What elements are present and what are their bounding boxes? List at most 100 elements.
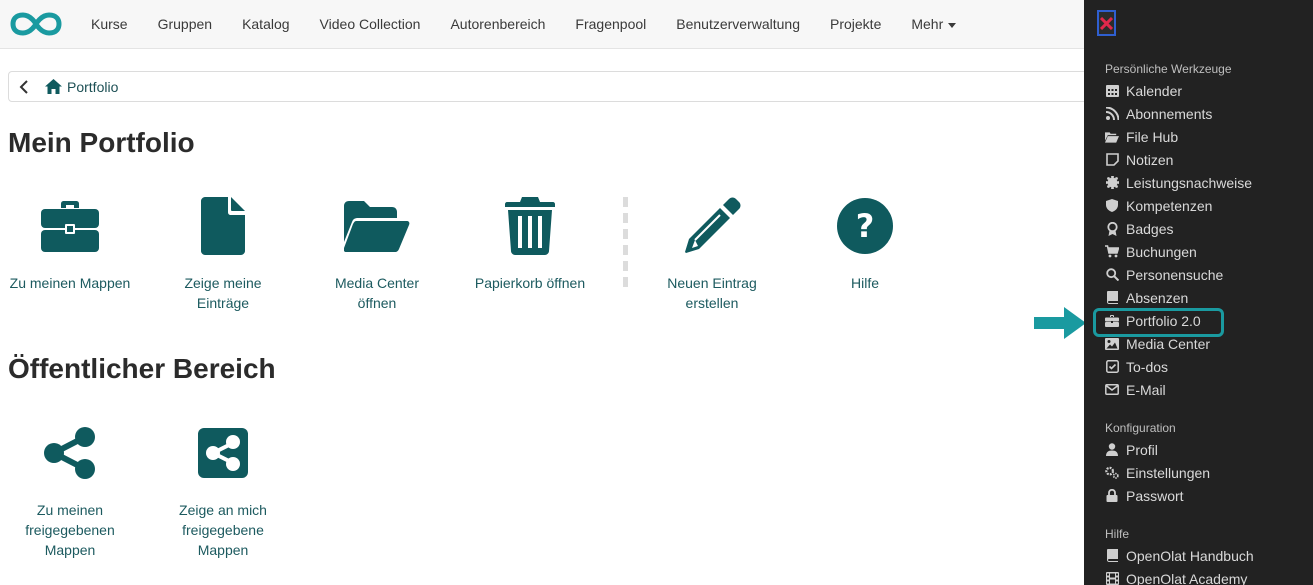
- arrow-right-icon: [1034, 307, 1086, 344]
- trash-icon: [505, 197, 555, 255]
- shield-icon: [1105, 199, 1119, 213]
- calendar-icon: [1105, 84, 1119, 98]
- panel-item-kompetenzen[interactable]: Kompetenzen: [1105, 194, 1212, 217]
- breadcrumb-portfolio[interactable]: Portfolio: [45, 79, 118, 95]
- panel-item-personensuche[interactable]: Personensuche: [1105, 263, 1223, 286]
- panel-item-todos[interactable]: To-dos: [1105, 355, 1168, 378]
- caret-down-icon: [948, 22, 957, 28]
- certificate-icon: [1105, 176, 1119, 190]
- my-entries-tool[interactable]: Zeige meine Einträge: [173, 194, 273, 313]
- nav-benutzerverwaltung[interactable]: Benutzerverwaltung: [661, 16, 815, 32]
- help-tool[interactable]: ? Hilfe: [805, 194, 925, 293]
- folder-open-icon: [344, 201, 410, 252]
- shared-with-me-label: Zeige an mich freigegebene Mappen: [179, 502, 267, 558]
- nav-video-collection[interactable]: Video Collection: [305, 16, 436, 32]
- breadcrumb-label: Portfolio: [67, 78, 119, 95]
- panel-item-label: Passwort: [1126, 487, 1184, 504]
- user-icon: [1105, 443, 1119, 457]
- media-center-label: Media Center öffnen: [334, 275, 420, 311]
- question-circle-icon: ?: [837, 198, 893, 254]
- portfolio-highlight-box: [1093, 308, 1224, 337]
- chevron-left-icon: [19, 79, 28, 94]
- panel-item-buchungen[interactable]: Buchungen: [1105, 240, 1197, 263]
- openolat-logo-icon[interactable]: [10, 11, 62, 37]
- panel-item-label: Kompetenzen: [1126, 197, 1213, 214]
- group-configuration: Konfiguration: [1105, 421, 1176, 435]
- panel-item-label: Profil: [1126, 441, 1158, 458]
- panel-item-label: Kalender: [1126, 82, 1183, 99]
- panel-item-label: OpenOlat Handbuch: [1126, 547, 1254, 564]
- lock-icon: [1105, 489, 1119, 503]
- cogs-icon: [1105, 466, 1119, 480]
- panel-item-label: Buchungen: [1126, 243, 1197, 260]
- file-icon: [201, 197, 245, 255]
- nav-gruppen[interactable]: Gruppen: [143, 16, 227, 32]
- panel-item-profil[interactable]: Profil: [1105, 438, 1158, 461]
- panel-item-handbuch[interactable]: OpenOlat Handbuch: [1105, 544, 1254, 567]
- panel-item-badges[interactable]: Badges: [1105, 217, 1173, 240]
- group-personal-tools: Persönliche Werkzeuge: [1105, 62, 1232, 76]
- section-title-oeffentlicher-bereich: Öffentlicher Bereich: [8, 353, 276, 384]
- panel-item-email[interactable]: E-Mail: [1105, 378, 1166, 401]
- group-help: Hilfe: [1105, 527, 1130, 541]
- panel-item-abonnements[interactable]: Abonnements: [1105, 102, 1212, 125]
- panel-item-label: Abonnements: [1126, 105, 1213, 122]
- panel-item-label: Einstellungen: [1126, 464, 1211, 481]
- panel-item-academy[interactable]: OpenOlat Academy: [1105, 567, 1247, 585]
- folder-open-icon: [1105, 130, 1119, 144]
- panel-item-label: File Hub: [1126, 128, 1179, 145]
- breadcrumb: Portfolio: [8, 71, 1108, 102]
- rss-icon: [1105, 107, 1119, 121]
- nav-katalog[interactable]: Katalog: [227, 16, 304, 32]
- panel-item-leistungsnachweise[interactable]: Leistungsnachweise: [1105, 171, 1252, 194]
- svg-text:?: ?: [856, 207, 875, 245]
- nav-projekte[interactable]: Projekte: [815, 16, 896, 32]
- share-square-icon: [198, 428, 248, 478]
- my-entries-label: Zeige meine Einträge: [184, 275, 262, 311]
- close-button[interactable]: [1097, 10, 1116, 36]
- my-binders-tool[interactable]: Zu meinen Mappen: [0, 194, 140, 293]
- nav-autorenbereich[interactable]: Autorenbereich: [435, 16, 560, 32]
- nav-mehr-label: Mehr: [911, 16, 944, 32]
- sticky-note-icon: [1105, 153, 1119, 167]
- top-navigation: Kurse Gruppen Katalog Video Collection A…: [0, 0, 1084, 49]
- award-icon: [1105, 221, 1119, 236]
- trash-tool[interactable]: Papierkorb öffnen: [470, 194, 590, 293]
- panel-item-passwort[interactable]: Passwort: [1105, 484, 1184, 507]
- help-label: Hilfe: [850, 275, 879, 291]
- panel-item-label: Absenzen: [1126, 289, 1189, 306]
- home-icon: [45, 79, 62, 94]
- my-shared-binders-label: Zu meinen freigegebenen Mappen: [25, 502, 115, 558]
- personal-tools-panel: Persönliche Werkzeuge Kalender Abonnemen…: [1084, 0, 1313, 585]
- toolbar-divider: [623, 197, 628, 287]
- shopping-cart-icon: [1105, 245, 1119, 259]
- nav-fragenpool[interactable]: Fragenpool: [560, 16, 661, 32]
- panel-item-label: To-dos: [1126, 358, 1169, 375]
- panel-item-label: Personensuche: [1126, 266, 1224, 283]
- back-button[interactable]: [11, 72, 37, 101]
- nav-mehr-dropdown[interactable]: Mehr: [896, 16, 971, 32]
- panel-item-notizen[interactable]: Notizen: [1105, 148, 1173, 171]
- panel-item-file-hub[interactable]: File Hub: [1105, 125, 1178, 148]
- media-center-tool[interactable]: Media Center öffnen: [317, 194, 437, 313]
- panel-item-label: OpenOlat Academy: [1126, 570, 1248, 585]
- close-icon: [1100, 16, 1113, 30]
- new-entry-label: Neuen Eintrag erstellen: [667, 275, 757, 311]
- book-icon: [1105, 549, 1119, 563]
- section-title-mein-portfolio: Mein Portfolio: [8, 127, 195, 158]
- search-icon: [1105, 268, 1119, 282]
- new-entry-tool[interactable]: Neuen Eintrag erstellen: [652, 194, 772, 313]
- panel-item-label: Badges: [1126, 220, 1174, 237]
- panel-item-label: Leistungsnachweise: [1126, 174, 1253, 191]
- nav-kurse[interactable]: Kurse: [76, 16, 143, 32]
- shared-with-me-tool[interactable]: Zeige an mich freigegebene Mappen: [163, 421, 283, 560]
- pencil-icon: [685, 197, 741, 253]
- panel-item-kalender[interactable]: Kalender: [1105, 79, 1182, 102]
- panel-item-absenzen[interactable]: Absenzen: [1105, 286, 1188, 309]
- panel-item-einstellungen[interactable]: Einstellungen: [1105, 461, 1210, 484]
- book-icon: [1105, 291, 1119, 305]
- panel-item-label: Notizen: [1126, 151, 1174, 168]
- my-shared-binders-tool[interactable]: Zu meinen freigegebenen Mappen: [10, 421, 130, 560]
- envelope-icon: [1105, 383, 1119, 397]
- film-icon: [1105, 572, 1119, 585]
